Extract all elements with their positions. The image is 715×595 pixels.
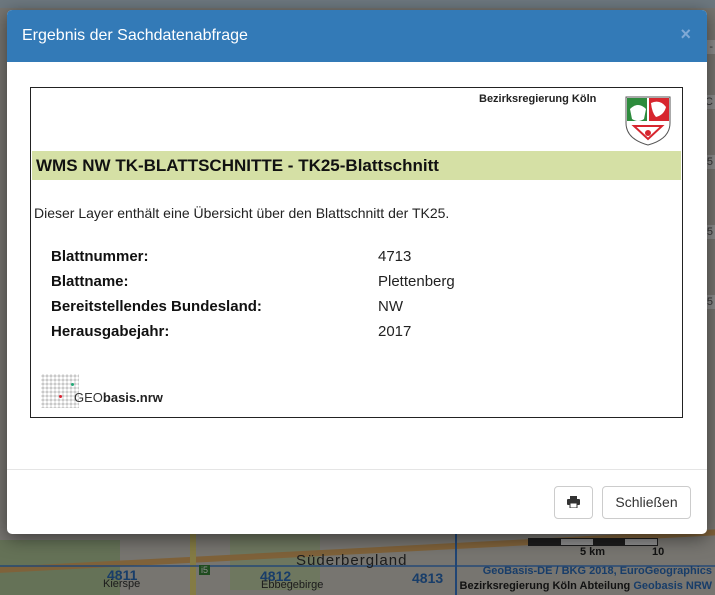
close-button[interactable]: Schließen xyxy=(602,486,691,519)
attribute-key: Blattname: xyxy=(51,273,129,290)
logo-dot xyxy=(59,395,62,398)
dialog-body: Bezirksregierung Köln WMS NW TK-BLATTSCH… xyxy=(7,62,707,469)
geobasis-logo-text: GEObasis.nrw xyxy=(74,390,163,405)
logo-dot xyxy=(71,383,74,386)
layer-description: Dieser Layer enthält eine Übersicht über… xyxy=(34,205,450,221)
attribute-value: 4713 xyxy=(378,248,412,265)
attribute-key: Bereitstellendes Bundesland: xyxy=(51,298,262,315)
attribute-row: Bereitstellendes Bundesland: NW xyxy=(51,298,571,323)
attribute-key: Herausgabejahr: xyxy=(51,323,170,340)
nrw-crest-icon xyxy=(625,96,671,146)
attribute-row: Herausgabejahr: 2017 xyxy=(51,323,571,348)
dialog-footer: Schließen xyxy=(7,469,707,534)
printer-icon xyxy=(567,496,580,508)
layer-title-band: WMS NW TK-BLATTSCHNITTE - TK25-Blattschn… xyxy=(32,151,681,180)
dialog-title: Ergebnis der Sachdatenabfrage xyxy=(22,27,248,44)
authority-name: Bezirksregierung Köln xyxy=(479,93,597,105)
attribute-key: Blattnummer: xyxy=(51,248,149,265)
feature-info-frame: Bezirksregierung Köln WMS NW TK-BLATTSCH… xyxy=(30,87,683,418)
layer-title: WMS NW TK-BLATTSCHNITTE - TK25-Blattschn… xyxy=(36,156,439,175)
attribute-value: NW xyxy=(378,298,403,315)
attribute-value: Plettenberg xyxy=(378,273,455,290)
geobasis-logo: GEObasis.nrw xyxy=(41,370,171,410)
attribute-value: 2017 xyxy=(378,323,412,340)
attribute-table: Blattnummer: 4713 Blattname: Plettenberg… xyxy=(51,248,571,348)
result-dialog: Ergebnis der Sachdatenabfrage × Bezirksr… xyxy=(7,10,707,534)
dialog-header: Ergebnis der Sachdatenabfrage × xyxy=(7,10,707,62)
attribute-row: Blattnummer: 4713 xyxy=(51,248,571,273)
print-button[interactable] xyxy=(554,486,593,519)
attribute-row: Blattname: Plettenberg xyxy=(51,273,571,298)
close-icon[interactable]: × xyxy=(680,24,691,45)
